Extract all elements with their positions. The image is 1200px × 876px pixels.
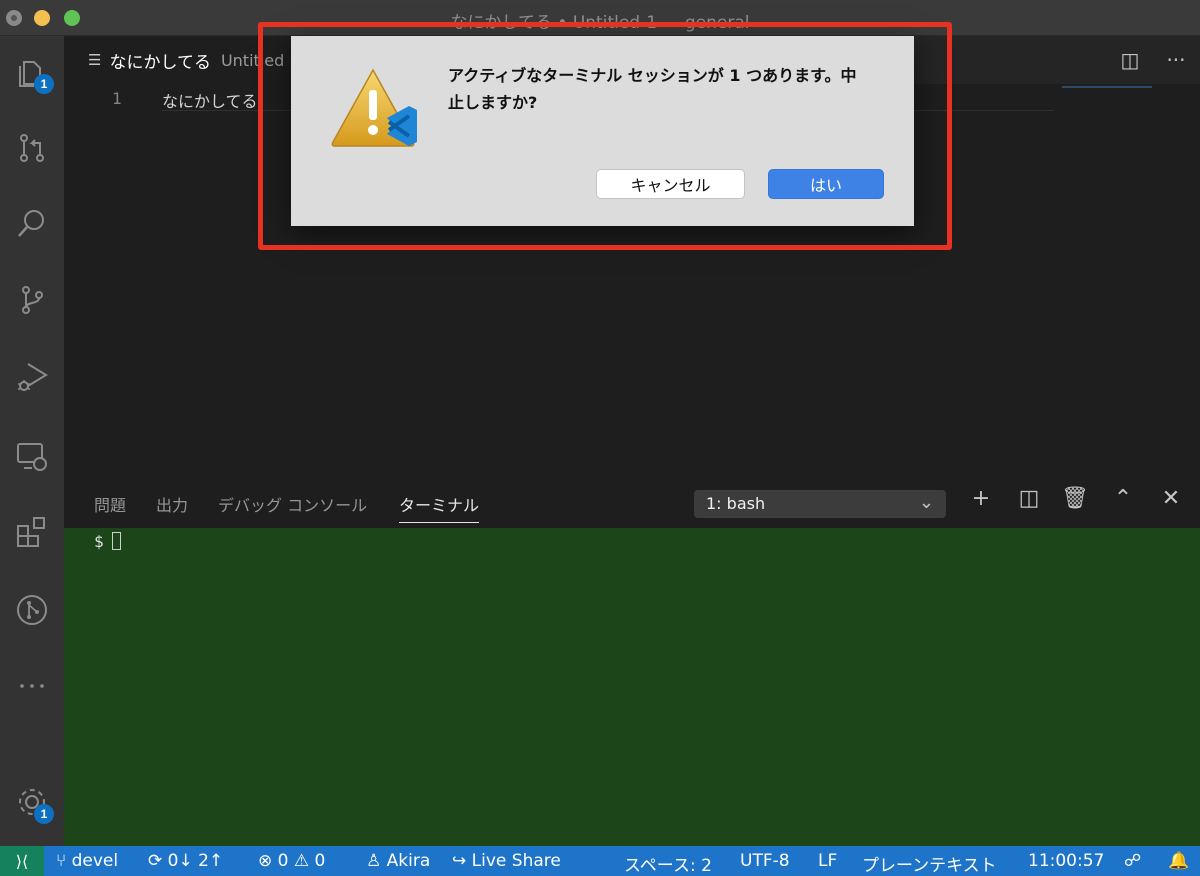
terminal-select-value: 1: bash: [706, 494, 766, 513]
chevron-down-icon: ⌄: [918, 492, 934, 513]
branch-name: devel: [71, 851, 119, 871]
eol-indicator[interactable]: LF: [818, 851, 837, 871]
problems-indicator[interactable]: ⊗ 0 ⚠ 0: [258, 851, 325, 871]
tab-problems[interactable]: 問題: [94, 492, 126, 516]
search-icon: [18, 210, 44, 237]
panel-tab-bar: 問題 出力 デバッグ コンソール ターミナル 1: bash ⌄ + ◫ 🗑 ⌃…: [64, 478, 1200, 528]
extensions-button[interactable]: [8, 508, 56, 556]
search-button[interactable]: [8, 200, 56, 248]
warning-icon: ⚠: [293, 851, 310, 871]
status-bar: ⟩⟨ ⑂ devel ⟳ 0↓ 2↑ ⊗ 0 ⚠ 0 ♙ Akira ↪ Liv…: [0, 846, 1200, 876]
encoding-indicator[interactable]: UTF-8: [740, 851, 790, 871]
trash-icon[interactable]: 🗑: [1060, 486, 1090, 511]
user-indicator[interactable]: ♙ Akira: [366, 851, 430, 871]
bell-icon[interactable]: 🔔: [1168, 851, 1189, 871]
bottom-panel: 問題 出力 デバッグ コンソール ターミナル 1: bash ⌄ + ◫ 🗑 ⌃…: [64, 478, 1200, 846]
live-share-button[interactable]: ↪ Live Share: [452, 851, 561, 871]
editor-actions: ◫ ···: [1116, 48, 1190, 72]
warning-count: 0: [314, 851, 326, 871]
terminal[interactable]: $: [64, 528, 1200, 846]
source-control-icon: [22, 286, 43, 314]
explorer-badge: 1: [34, 74, 54, 94]
user-name: Akira: [386, 851, 431, 871]
manage-button[interactable]: 1: [8, 778, 56, 826]
run-debug-icon: [18, 363, 48, 391]
tab-output[interactable]: 出力: [156, 492, 188, 516]
ellipsis-icon: [20, 684, 44, 688]
sync-icon: ⟳: [148, 851, 163, 871]
split-editor-icon[interactable]: ◫: [1116, 48, 1144, 72]
terminal-cursor: [111, 532, 121, 550]
git-graph-icon: [17, 595, 47, 625]
pull-request-icon: [20, 134, 44, 162]
remote-explorer-button[interactable]: [8, 432, 56, 480]
highlight-box: [258, 22, 952, 250]
branch-indicator[interactable]: ⑂ devel: [56, 851, 118, 871]
branch-icon: ⑂: [56, 851, 67, 871]
terminal-select[interactable]: 1: bash ⌄: [694, 490, 946, 518]
tab-terminal[interactable]: ターミナル: [399, 492, 480, 523]
activity-bar: 1 1: [0, 36, 64, 846]
sync-indicator[interactable]: ⟳ 0↓ 2↑: [148, 851, 223, 871]
run-debug-button[interactable]: [8, 352, 56, 400]
git-graph-button[interactable]: [8, 586, 56, 634]
error-count: 0: [277, 851, 289, 871]
explorer-button[interactable]: 1: [8, 48, 56, 96]
live-share-icon: ↪: [452, 851, 467, 871]
tab-label: なにかしてる: [109, 52, 211, 73]
source-control-button[interactable]: [8, 276, 56, 324]
indentation-indicator[interactable]: スペース: 2: [624, 851, 712, 876]
close-icon[interactable]: ✕: [1156, 486, 1186, 511]
editor-text-line[interactable]: なにかしてる: [162, 88, 258, 112]
live-share-label: Live Share: [471, 851, 561, 871]
remote-explorer-icon: [17, 443, 47, 471]
person-icon: ♙: [366, 851, 382, 871]
more-actions-icon[interactable]: ···: [1162, 48, 1190, 72]
more-views-button[interactable]: [8, 662, 56, 710]
sync-status: 0↓ 2↑: [167, 851, 224, 871]
error-icon: ⊗: [258, 851, 273, 871]
terminal-prompt: $: [94, 532, 121, 551]
text-file-icon: ☰: [88, 51, 102, 69]
new-terminal-icon[interactable]: +: [966, 486, 996, 511]
chevron-up-icon[interactable]: ⌃: [1108, 486, 1138, 511]
language-indicator[interactable]: プレーンテキスト: [862, 851, 997, 876]
prompt-symbol: $: [94, 532, 104, 551]
remote-indicator[interactable]: ⟩⟨: [0, 846, 44, 876]
feedback-icon[interactable]: ☍: [1124, 851, 1141, 871]
line-number: 1: [112, 89, 122, 108]
extensions-icon: [17, 517, 45, 547]
minimap[interactable]: [1062, 86, 1152, 88]
clock: 11:00:57: [1028, 851, 1105, 871]
remote-icon: ⟩⟨: [15, 851, 29, 871]
pull-requests-button[interactable]: [8, 124, 56, 172]
tab-debug-console[interactable]: デバッグ コンソール: [218, 492, 367, 516]
settings-badge: 1: [34, 804, 54, 824]
split-terminal-icon[interactable]: ◫: [1014, 486, 1044, 511]
